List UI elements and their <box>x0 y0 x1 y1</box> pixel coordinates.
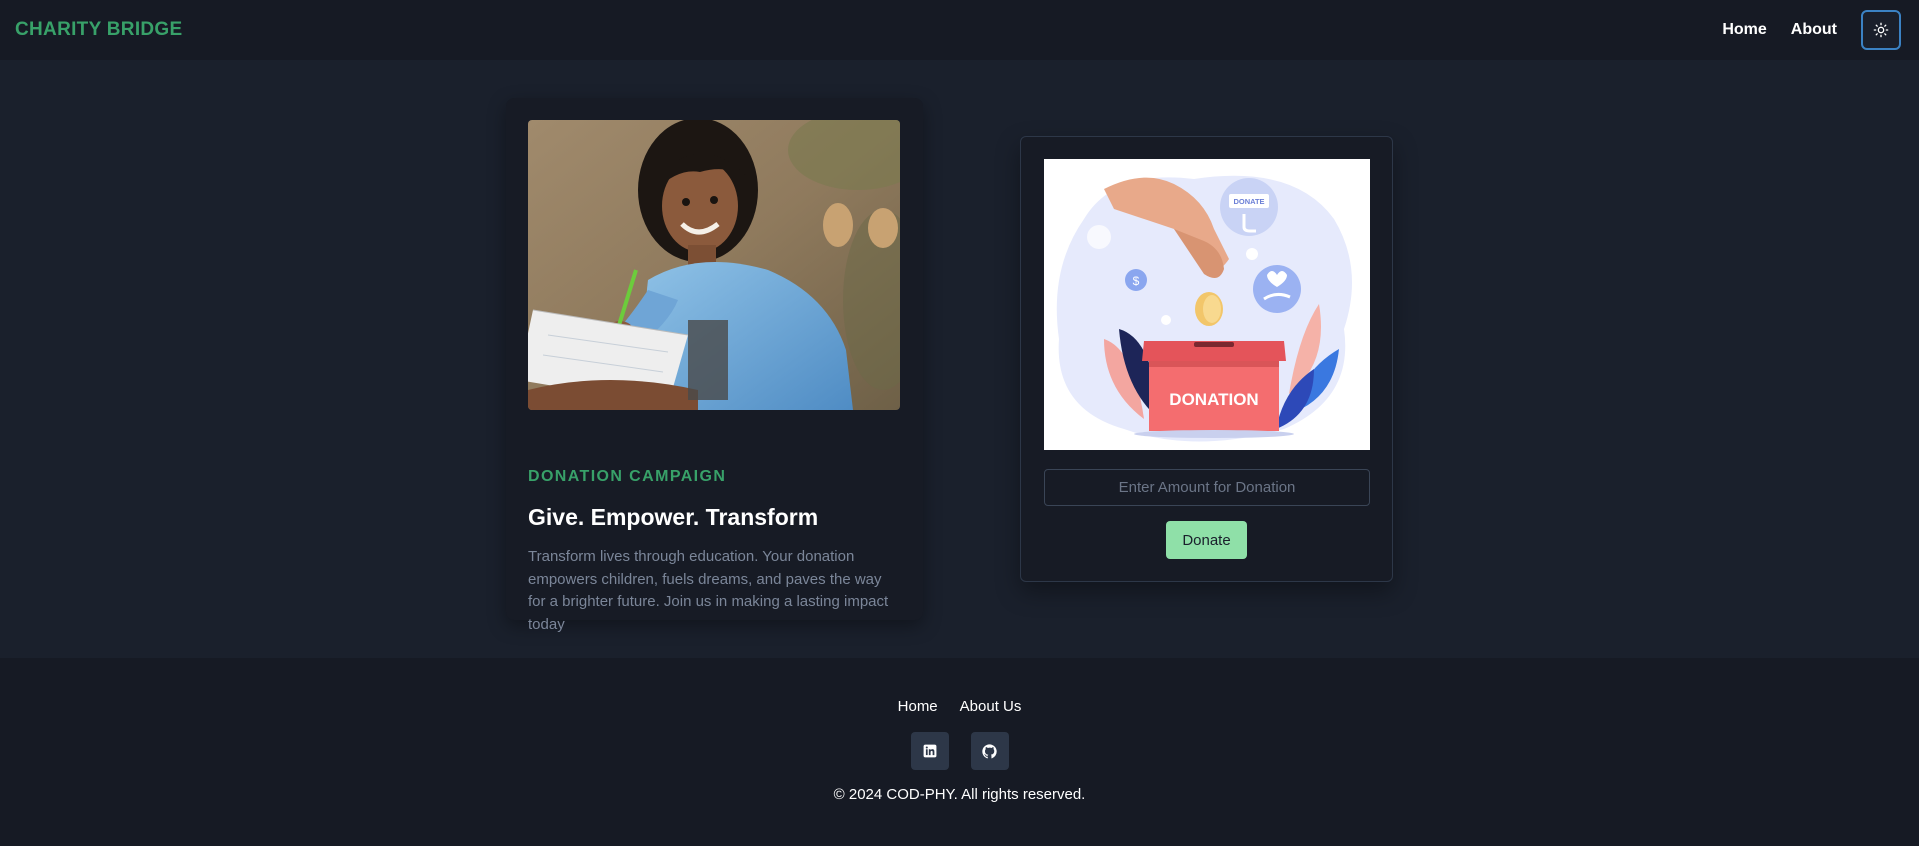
github-icon <box>982 743 997 758</box>
footer-about-us-link[interactable]: About Us <box>960 698 1022 715</box>
nav-about-link[interactable]: About <box>1791 21 1837 39</box>
campaign-title: Give. Empower. Transform <box>528 504 819 530</box>
svg-text:$: $ <box>1133 274 1140 288</box>
linkedin-icon <box>923 744 936 758</box>
main-content: DONATION CAMPAIGN Give. Empower. Transfo… <box>0 60 1919 658</box>
donation-illustration: DONATE $ DONATION <box>1044 159 1370 450</box>
donation-card: DONATE $ DONATION Enter Amount for Donat… <box>1020 136 1393 582</box>
linkedin-button[interactable] <box>910 732 949 770</box>
brand-logo[interactable]: CHARITY BRIDGE <box>15 19 182 41</box>
top-navbar: CHARITY BRIDGE Home About <box>0 0 1919 60</box>
github-button[interactable] <box>970 732 1009 770</box>
badge-donate-text: DONATE <box>1233 197 1264 206</box>
sun-icon <box>1873 22 1889 38</box>
campaign-description: Transform lives through education. Your … <box>528 548 889 633</box>
campaign-eyebrow: DONATION CAMPAIGN <box>528 468 727 485</box>
social-links <box>0 732 1919 770</box>
girl-writing-photo <box>528 120 900 410</box>
copyright-text: © 2024 COD-PHY. All rights reserved. <box>833 786 1086 803</box>
box-donation-text: DONATION <box>1169 390 1258 409</box>
nav-links: Home About <box>1722 10 1904 50</box>
nav-home-link[interactable]: Home <box>1722 21 1766 39</box>
donation-amount-input[interactable] <box>1044 469 1370 506</box>
footer: Home About Us © 2024 COD-PHY. All rights… <box>0 658 1919 846</box>
donate-button[interactable]: Donate <box>1166 521 1247 559</box>
campaign-photo <box>528 120 900 410</box>
campaign-card: DONATION CAMPAIGN Give. Empower. Transfo… <box>506 98 923 633</box>
footer-links: Home About Us <box>0 698 1919 715</box>
footer-home-link[interactable]: Home <box>898 698 938 715</box>
donation-box-illustration: DONATE $ DONATION <box>1056 175 1352 442</box>
theme-toggle-button[interactable] <box>1861 10 1901 50</box>
